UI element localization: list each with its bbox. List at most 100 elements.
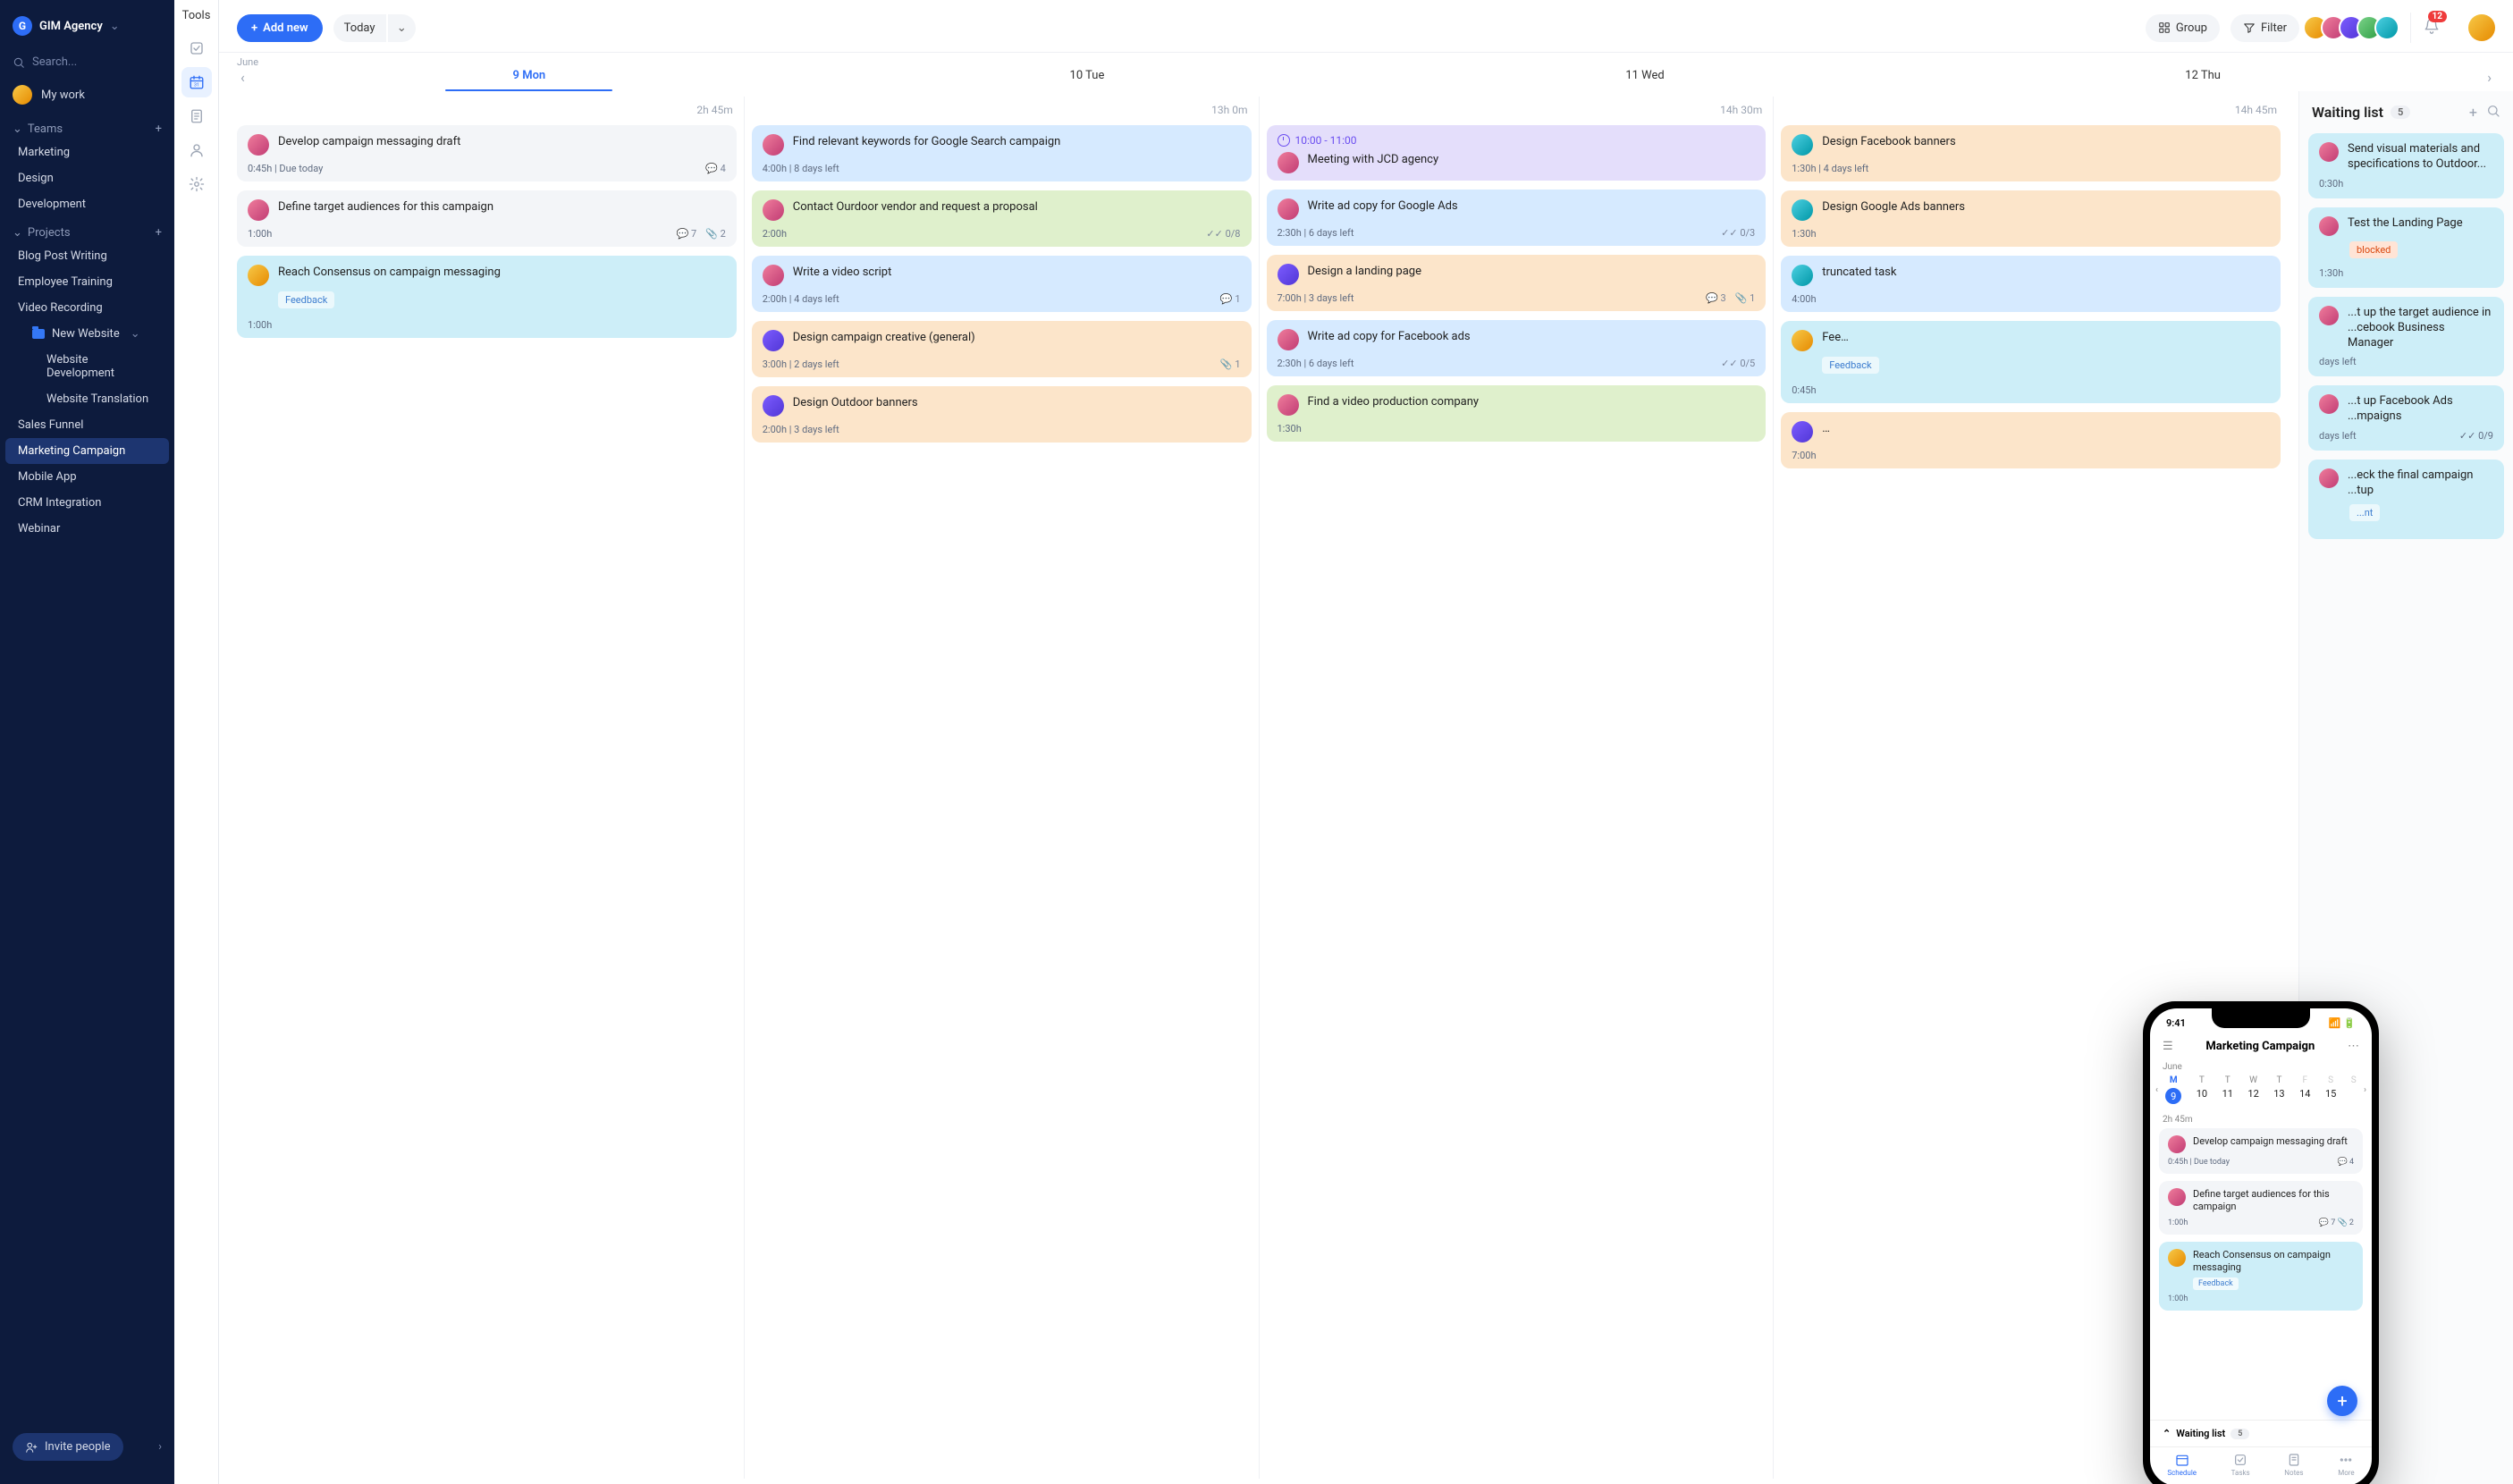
sidebar-item-crm[interactable]: CRM Integration [5, 490, 169, 516]
workspace-switcher[interactable]: G GIM Agency ⌄ [0, 11, 174, 48]
waiting-card[interactable]: ...t up the target audience in ...cebook… [2308, 297, 2504, 377]
phone-tab-tasks[interactable]: Tasks [2231, 1453, 2250, 1477]
day-tab-tue[interactable]: 10 Tue [808, 62, 1366, 91]
task-card[interactable]: 10:00 - 11:00Meeting with JCD agency [1267, 125, 1767, 181]
sidebar-item-new-website[interactable]: New Website ⌄ [5, 321, 169, 347]
avatar [1792, 199, 1813, 221]
sidebar-item-marketing-campaign[interactable]: Marketing Campaign [5, 438, 169, 464]
phone-day[interactable]: T13 [2273, 1075, 2284, 1104]
task-card[interactable]: Design campaign creative (general)3:00h … [752, 321, 1252, 377]
phone-task-card[interactable]: Reach Consensus on campaign messagingFee… [2159, 1242, 2363, 1311]
sidebar-item-development[interactable]: Development [5, 191, 169, 217]
task-time: 2:00h [763, 228, 787, 240]
task-card[interactable]: Design Outdoor banners2:00h | 3 days lef… [752, 386, 1252, 443]
rail-people[interactable] [181, 135, 212, 165]
sidebar-item-mobile-app[interactable]: Mobile App [5, 464, 169, 490]
group-button[interactable]: Group [2146, 14, 2220, 42]
task-card[interactable]: Design a landing page7:00h | 3 days left… [1267, 255, 1767, 311]
task-card[interactable]: Develop campaign messaging draft0:45h | … [237, 125, 737, 181]
task-card[interactable]: Write ad copy for Google Ads2:30h | 6 da… [1267, 190, 1767, 246]
phone-day[interactable]: S15 [2325, 1075, 2336, 1104]
task-time: 1:30h [1792, 228, 1816, 240]
phone-day[interactable]: T11 [2222, 1075, 2233, 1104]
task-title: Reach Consensus on campaign messaging [278, 265, 726, 281]
task-card[interactable]: Design Google Ads banners1:30h [1781, 190, 2281, 247]
phone-day[interactable]: F14 [2299, 1075, 2310, 1104]
search-icon[interactable] [2486, 104, 2500, 118]
phone-waiting-toggle[interactable]: ⌃ Waiting list 5 [2150, 1420, 2372, 1446]
task-card[interactable]: Write a video script2:00h | 4 days left💬… [752, 256, 1252, 312]
phone-day[interactable]: S [2351, 1075, 2357, 1104]
phone-menu-button[interactable]: ☰ [2163, 1040, 2173, 1053]
day-tab-wed[interactable]: 11 Wed [1366, 62, 1924, 91]
phone-tab-notes[interactable]: Notes [2284, 1453, 2303, 1477]
sidebar-item-website-trans[interactable]: Website Translation [5, 386, 169, 412]
profile-avatar[interactable] [2468, 14, 2495, 41]
task-card[interactable]: …7:00h [1781, 412, 2281, 468]
add-project-button[interactable]: + [156, 226, 162, 240]
rail-notes[interactable] [181, 101, 212, 131]
sidebar-item-marketing[interactable]: Marketing [5, 139, 169, 165]
chevron-down-icon: ⌄ [397, 21, 407, 35]
sidebar-item-video-recording[interactable]: Video Recording [5, 295, 169, 321]
next-week-button[interactable]: › [2482, 63, 2497, 91]
task-card[interactable]: Find a video production company1:30h [1267, 385, 1767, 442]
sidebar-item-design[interactable]: Design [5, 165, 169, 191]
rail-settings[interactable] [181, 169, 212, 199]
task-title: Find relevant keywords for Google Search… [793, 134, 1241, 150]
invite-people-button[interactable]: Invite people [13, 1433, 123, 1461]
avatar [2319, 306, 2339, 325]
phone-day[interactable]: T10 [2197, 1075, 2207, 1104]
phone-day[interactable]: W12 [2247, 1075, 2258, 1104]
phone-tab-more[interactable]: More [2338, 1453, 2354, 1477]
waiting-time: 1:30h [2319, 267, 2343, 279]
waiting-card[interactable]: Send visual materials and specifications… [2308, 133, 2504, 198]
collapse-sidebar-button[interactable]: › [158, 1440, 162, 1454]
my-work-link[interactable]: My work [0, 76, 174, 114]
sidebar-item-webinar[interactable]: Webinar [5, 516, 169, 542]
phone-next-week[interactable]: › [2364, 1085, 2366, 1095]
task-card[interactable]: Contact Ourdoor vendor and request a pro… [752, 190, 1252, 247]
sidebar-item-employee-training[interactable]: Employee Training [5, 269, 169, 295]
task-card[interactable]: Design Facebook banners1:30h | 4 days le… [1781, 125, 2281, 181]
teams-section-header[interactable]: ⌄Teams + [0, 114, 174, 139]
day-tab-thu[interactable]: 12 Thu [1924, 62, 2482, 91]
waiting-title: ...t up the target audience in ...cebook… [2348, 306, 2493, 351]
add-team-button[interactable]: + [156, 122, 162, 136]
add-waiting-button[interactable]: + [2469, 104, 2477, 121]
tab-label: Tasks [2231, 1469, 2250, 1477]
phone-tab-schedule[interactable]: Schedule [2167, 1453, 2197, 1477]
sidebar-item-website-dev[interactable]: Website Development [5, 347, 169, 386]
day-tab-mon[interactable]: 9 Mon [250, 62, 808, 91]
task-time: 0:45h [1792, 384, 1816, 396]
avatar [248, 265, 269, 286]
waiting-card[interactable]: ...eck the final campaign ...tup...nt [2308, 460, 2504, 539]
today-button[interactable]: Today [333, 14, 386, 42]
task-card[interactable]: Reach Consensus on campaign messagingFee… [237, 256, 737, 338]
phone-day[interactable]: M9 [2165, 1075, 2181, 1104]
today-dropdown[interactable]: ⌄ [388, 14, 416, 42]
notifications-button[interactable]: 12 [2410, 13, 2452, 43]
task-card[interactable]: Find relevant keywords for Google Search… [752, 125, 1252, 181]
search-input[interactable]: Search... [0, 48, 174, 76]
phone-task-card[interactable]: Develop campaign messaging draft0:45h | … [2159, 1128, 2363, 1174]
phone-task-card[interactable]: Define target audiences for this campaig… [2159, 1181, 2363, 1235]
sidebar-item-blog[interactable]: Blog Post Writing [5, 243, 169, 269]
team-avatars[interactable] [2310, 15, 2399, 40]
rail-calendar[interactable]: 31 [181, 67, 212, 97]
phone-fab-add[interactable]: + [2327, 1386, 2357, 1416]
date-header: June ‹ 9 Mon 10 Tue 11 Wed 12 Thu › [219, 53, 2513, 91]
rail-tasks[interactable] [181, 33, 212, 63]
filter-button[interactable]: Filter [2230, 14, 2299, 42]
waiting-card[interactable]: ...t up Facebook Ads ...mpaignsdays left… [2308, 385, 2504, 451]
phone-more-button[interactable]: ⋯ [2348, 1040, 2359, 1053]
task-card[interactable]: Write ad copy for Facebook ads2:30h | 6 … [1267, 320, 1767, 376]
sidebar-item-sales-funnel[interactable]: Sales Funnel [5, 412, 169, 438]
projects-section-header[interactable]: ⌄Projects + [0, 217, 174, 243]
task-card[interactable]: Fee…Feedback0:45h [1781, 321, 2281, 403]
add-new-button[interactable]: +Add new [237, 14, 323, 42]
task-card[interactable]: truncated task4:00h [1781, 256, 2281, 312]
waiting-card[interactable]: Test the Landing Pageblocked1:30h [2308, 207, 2504, 288]
task-card[interactable]: Define target audiences for this campaig… [237, 190, 737, 247]
task-time: 2:30h | 6 days left [1278, 358, 1354, 369]
